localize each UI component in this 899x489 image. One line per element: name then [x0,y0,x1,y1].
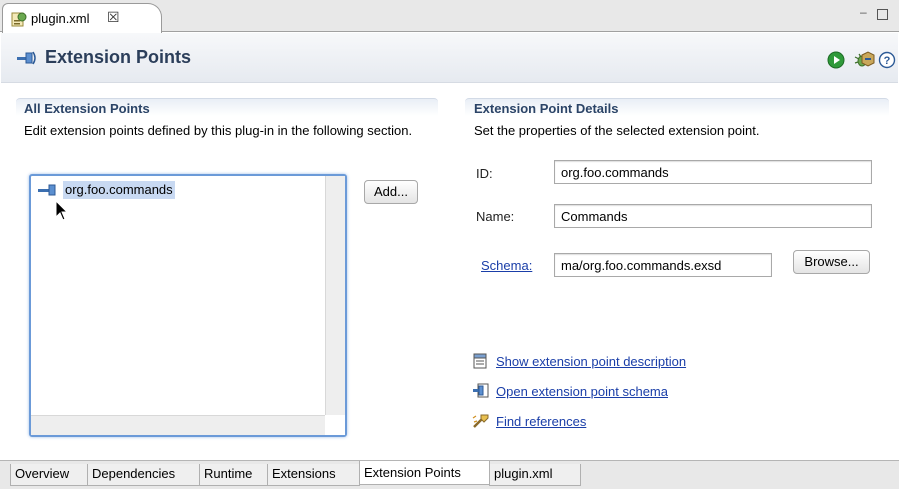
section-title: All Extension Points [24,101,150,116]
name-field[interactable] [554,204,872,228]
open-extension-point-schema-link[interactable]: Open extension point schema [496,384,668,399]
vertical-scrollbar[interactable] [325,176,345,415]
plugin-file-icon [11,12,27,27]
tab-overview[interactable]: Overview [10,464,88,486]
help-icon[interactable]: ? [878,51,896,69]
editor-tab-title: plugin.xml [31,11,90,26]
form-header: Extension Points ? [1,33,898,83]
schema-field[interactable] [554,253,772,277]
scroll-corner [325,415,345,435]
minimize-icon[interactable]: – [860,5,867,19]
find-references-link[interactable]: Find references [496,414,586,429]
id-field[interactable] [554,160,872,184]
section-title: Extension Point Details [474,101,619,116]
close-icon[interactable]: ☒ [107,9,120,26]
maximize-icon[interactable] [877,9,888,20]
page-title: Extension Points [45,47,192,67]
id-label: ID: [476,166,493,181]
extension-points-tree[interactable]: org.foo.commands [29,174,347,437]
tree-item[interactable]: org.foo.commands [37,180,175,200]
show-description-link-row[interactable]: Show extension point description [472,351,686,371]
horizontal-scrollbar[interactable] [31,415,325,435]
editor-tab-plugin-xml[interactable]: plugin.xml ☒ [2,3,162,33]
schema-link[interactable]: Schema: [481,258,532,273]
find-references-icon [472,414,489,428]
editor-tab-strip: plugin.xml ☒ – [0,0,899,33]
run-icon[interactable] [827,51,845,69]
schema-icon [473,383,489,398]
open-schema-link-row[interactable]: Open extension point schema [472,381,668,401]
show-extension-point-description-link[interactable]: Show extension point description [496,354,686,369]
browse-button[interactable]: Browse... [793,250,870,274]
page-tabs: Overview Dependencies Runtime Extensions… [0,460,899,489]
extension-point-icon [38,184,56,196]
mouse-cursor-icon [55,200,69,221]
tab-extension-points[interactable]: Extension Points [359,461,490,485]
find-references-link-row[interactable]: Find references [472,411,586,431]
tree-item-label[interactable]: org.foo.commands [63,181,175,199]
svg-text:?: ? [884,55,891,67]
export-icon[interactable] [859,51,877,69]
tab-plugin-xml[interactable]: plugin.xml [489,464,581,486]
tab-extensions[interactable]: Extensions [267,464,360,486]
extension-point-icon [17,51,36,65]
name-label: Name: [476,209,515,224]
tab-runtime[interactable]: Runtime [199,464,268,486]
tab-dependencies[interactable]: Dependencies [87,464,200,486]
add-button[interactable]: Add... [364,180,418,204]
document-icon [473,353,487,369]
section-description: Edit extension points defined by this pl… [24,123,413,138]
section-description: Set the properties of the selected exten… [474,123,760,138]
